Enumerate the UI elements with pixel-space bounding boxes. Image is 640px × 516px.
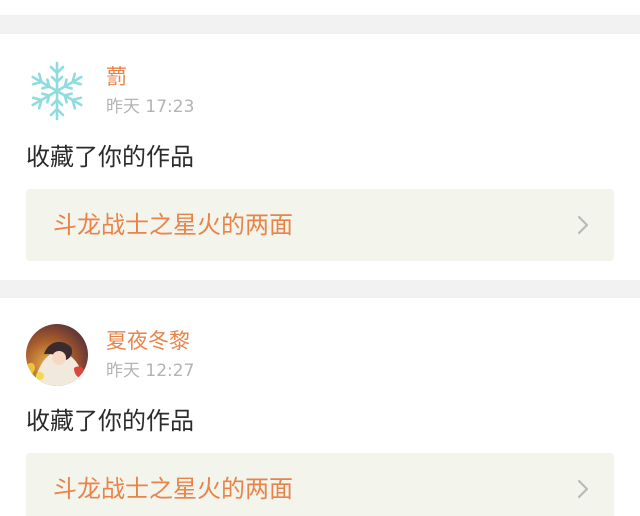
avatar[interactable] <box>26 60 88 122</box>
username[interactable]: 藅 <box>106 62 127 92</box>
action-text: 收藏了你的作品 <box>26 407 194 435</box>
notifications-page: 藅 昨天 17:23 收藏了你的作品 斗龙战士之星火的两面 夏夜冬黎 昨天 12… <box>0 0 640 516</box>
avatar[interactable] <box>26 324 88 386</box>
snowflake-icon <box>26 60 88 122</box>
work-title: 斗龙战士之星火的两面 <box>53 211 293 239</box>
work-link[interactable]: 斗龙战士之星火的两面 <box>26 453 614 516</box>
chevron-right-icon <box>577 215 589 235</box>
anime-character-avatar <box>26 324 88 386</box>
notification-card: 夏夜冬黎 昨天 12:27 收藏了你的作品 斗龙战士之星火的两面 <box>0 298 640 516</box>
previous-card-fragment <box>0 0 640 15</box>
work-link[interactable]: 斗龙战士之星火的两面 <box>26 189 614 261</box>
work-title: 斗龙战士之星火的两面 <box>53 475 293 503</box>
timestamp: 昨天 17:23 <box>106 97 195 117</box>
chevron-right-icon <box>577 479 589 499</box>
notification-card: 藅 昨天 17:23 收藏了你的作品 斗龙战士之星火的两面 <box>0 34 640 280</box>
timestamp: 昨天 12:27 <box>106 361 195 381</box>
action-text: 收藏了你的作品 <box>26 143 194 171</box>
username[interactable]: 夏夜冬黎 <box>106 326 190 356</box>
